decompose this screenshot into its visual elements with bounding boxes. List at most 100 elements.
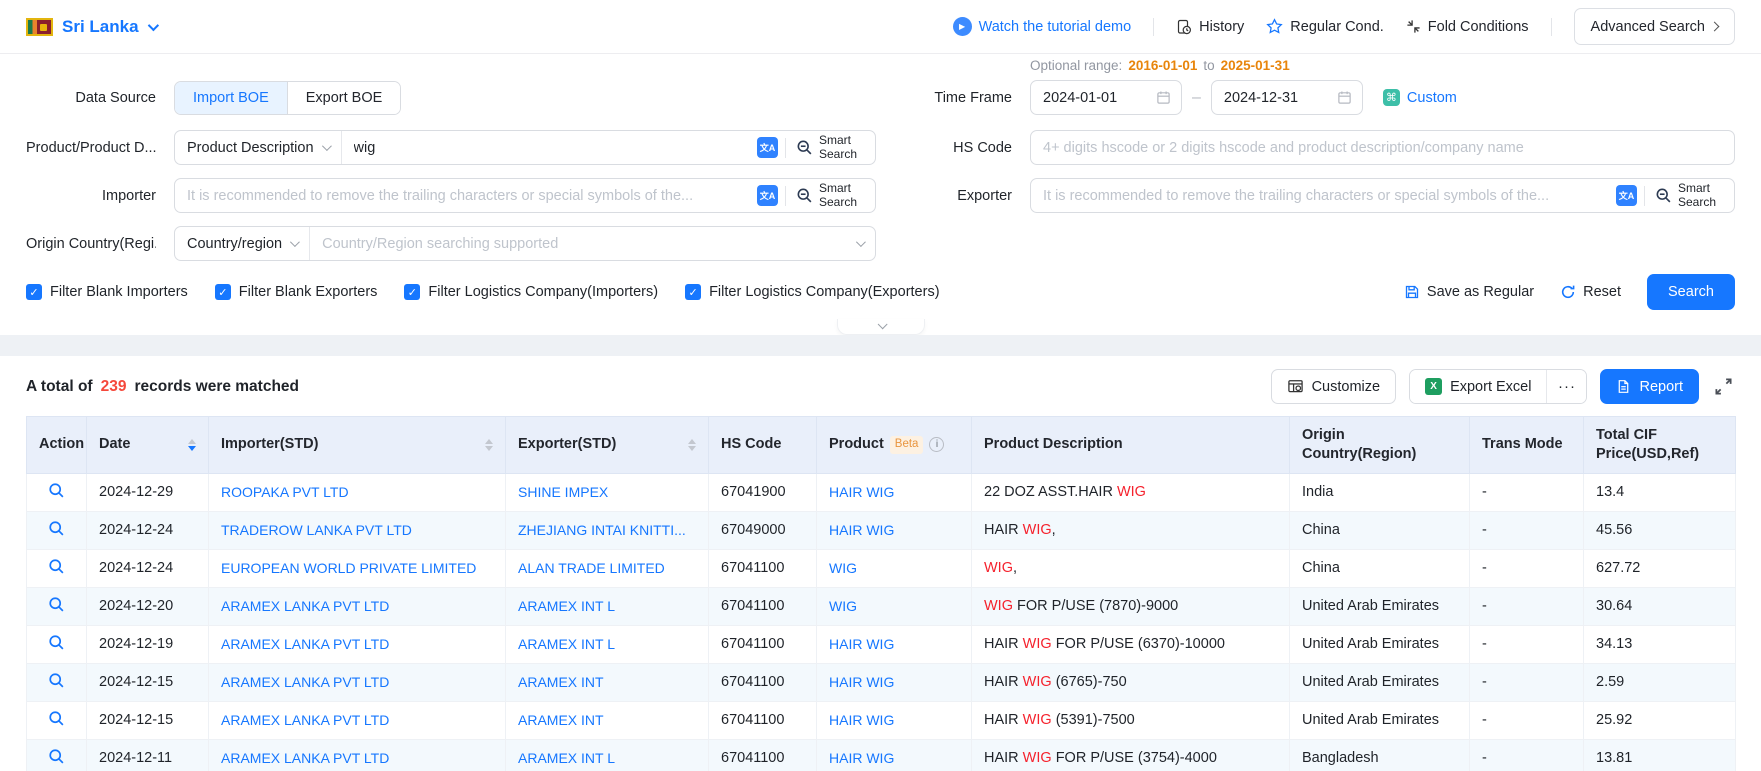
cell-exporter-link[interactable]: ARAMEX INT L	[506, 587, 709, 625]
cell-product-link[interactable]: WIG	[817, 549, 972, 587]
cell-product-link[interactable]: WIG	[817, 587, 972, 625]
checkbox-filter-blank-exporters[interactable]: ✓ Filter Blank Exporters	[215, 284, 378, 300]
table-row: 2024-12-19ARAMEX LANKA PVT LTDARAMEX INT…	[27, 625, 1736, 663]
cell-exporter-link[interactable]: SHINE IMPEX	[506, 473, 709, 511]
product-search-input[interactable]	[342, 140, 750, 156]
watch-tutorial-link[interactable]: ▶ Watch the tutorial demo	[953, 17, 1132, 36]
info-icon[interactable]: i	[929, 437, 944, 452]
translate-icon[interactable]: 文A	[1616, 185, 1637, 206]
collapse-panel-tab[interactable]	[837, 319, 925, 335]
magnifier-icon[interactable]	[48, 482, 65, 499]
importer-input[interactable]	[175, 188, 750, 204]
cell-date: 2024-12-24	[87, 511, 209, 549]
row-detail-button[interactable]	[27, 625, 87, 663]
hs-code-input[interactable]	[1031, 140, 1734, 156]
date-from-input[interactable]: 2024-01-01	[1030, 80, 1182, 115]
star-icon	[1266, 18, 1283, 35]
cell-importer-link[interactable]: TRADEROW LANKA PVT LTD	[209, 511, 506, 549]
row-detail-button[interactable]	[27, 473, 87, 511]
customize-button[interactable]: Customize	[1271, 369, 1397, 404]
magnifier-icon[interactable]	[48, 596, 65, 613]
fullscreen-button[interactable]	[1712, 375, 1735, 398]
checkbox-checked-icon: ✓	[685, 284, 701, 300]
checkbox-checked-icon: ✓	[26, 284, 42, 300]
smart-search-icon	[1655, 187, 1672, 204]
cell-importer-link[interactable]: ARAMEX LANKA PVT LTD	[209, 625, 506, 663]
col-importer[interactable]: Importer(STD)	[209, 417, 506, 474]
checkbox-filter-logistics-importers[interactable]: ✓ Filter Logistics Company(Importers)	[404, 284, 658, 300]
magnifier-icon[interactable]	[48, 672, 65, 689]
cell-product-link[interactable]: HAIR WIG	[817, 473, 972, 511]
col-exporter[interactable]: Exporter(STD)	[506, 417, 709, 474]
importer-smart-search-button[interactable]: Smart Search	[786, 182, 875, 210]
cell-date: 2024-12-15	[87, 663, 209, 701]
cell-product-description: WIG,	[972, 549, 1290, 587]
cell-exporter-link[interactable]: ALAN TRADE LIMITED	[506, 549, 709, 587]
exporter-input[interactable]	[1031, 188, 1609, 204]
row-detail-button[interactable]	[27, 549, 87, 587]
col-date[interactable]: Date	[87, 417, 209, 474]
cell-trans-mode: -	[1470, 625, 1584, 663]
report-button[interactable]: Report	[1600, 369, 1699, 404]
cell-hs-code: 67041100	[709, 587, 817, 625]
cell-product-link[interactable]: HAIR WIG	[817, 663, 972, 701]
history-button[interactable]: History	[1176, 19, 1244, 35]
origin-select-value: Country/region	[187, 236, 282, 252]
origin-country-input[interactable]	[310, 236, 852, 252]
save-as-regular-button[interactable]: Save as Regular	[1404, 284, 1534, 300]
sort-icon[interactable]	[188, 439, 196, 451]
cell-importer-link[interactable]: ROOPAKA PVT LTD	[209, 473, 506, 511]
sort-icon[interactable]	[688, 439, 696, 451]
regular-cond-button[interactable]: Regular Cond.	[1266, 18, 1384, 35]
cell-product-link[interactable]: HAIR WIG	[817, 739, 972, 771]
row-detail-button[interactable]	[27, 663, 87, 701]
advanced-search-button[interactable]: Advanced Search	[1574, 8, 1735, 45]
cell-exporter-link[interactable]: ZHEJIANG INTAI KNITTI...	[506, 511, 709, 549]
cell-product-link[interactable]: HAIR WIG	[817, 701, 972, 739]
fold-conditions-button[interactable]: Fold Conditions	[1406, 19, 1529, 35]
row-detail-button[interactable]	[27, 587, 87, 625]
magnifier-icon[interactable]	[48, 748, 65, 765]
row-detail-button[interactable]	[27, 511, 87, 549]
product-field-select[interactable]: Product Description	[175, 131, 342, 164]
country-selector[interactable]: Sri Lanka	[26, 17, 156, 37]
export-excel-button[interactable]: X Export Excel	[1410, 370, 1546, 403]
magnifier-icon[interactable]	[48, 710, 65, 727]
cell-exporter-link[interactable]: ARAMEX INT	[506, 663, 709, 701]
tab-import-boe[interactable]: Import BOE	[175, 82, 287, 114]
cell-importer-link[interactable]: ARAMEX LANKA PVT LTD	[209, 587, 506, 625]
cell-product-link[interactable]: HAIR WIG	[817, 625, 972, 663]
reset-button[interactable]: Reset	[1560, 284, 1621, 300]
magnifier-icon[interactable]	[48, 634, 65, 651]
magnifier-icon[interactable]	[48, 558, 65, 575]
search-button[interactable]: Search	[1647, 274, 1735, 310]
total-count: 239	[101, 378, 127, 396]
magnifier-icon[interactable]	[48, 520, 65, 537]
cell-importer-link[interactable]: ARAMEX LANKA PVT LTD	[209, 739, 506, 771]
custom-range-button[interactable]: ⌘ Custom	[1383, 89, 1457, 106]
row-detail-button[interactable]	[27, 739, 87, 771]
cell-exporter-link[interactable]: ARAMEX INT	[506, 701, 709, 739]
product-smart-search-button[interactable]: Smart Search	[786, 134, 875, 162]
origin-country-select[interactable]: Country/region	[175, 227, 310, 260]
checkbox-filter-blank-importers[interactable]: ✓ Filter Blank Importers	[26, 284, 188, 300]
cell-exporter-link[interactable]: ARAMEX INT L	[506, 625, 709, 663]
cell-product-link[interactable]: HAIR WIG	[817, 511, 972, 549]
sort-icon[interactable]	[485, 439, 493, 451]
checkbox-filter-logistics-exporters[interactable]: ✓ Filter Logistics Company(Exporters)	[685, 284, 939, 300]
customize-label: Customize	[1312, 379, 1381, 395]
translate-icon[interactable]: 文A	[757, 185, 778, 206]
results-section: A total of 239 records were matched Cust…	[0, 356, 1761, 771]
tab-export-boe[interactable]: Export BOE	[287, 82, 401, 114]
more-actions-button[interactable]: ···	[1546, 370, 1586, 403]
cell-importer-link[interactable]: ARAMEX LANKA PVT LTD	[209, 663, 506, 701]
cell-exporter-link[interactable]: ARAMEX INT L	[506, 739, 709, 771]
table-row: 2024-12-15ARAMEX LANKA PVT LTDARAMEX INT…	[27, 701, 1736, 739]
cell-importer-link[interactable]: EUROPEAN WORLD PRIVATE LIMITED	[209, 549, 506, 587]
cell-importer-link[interactable]: ARAMEX LANKA PVT LTD	[209, 701, 506, 739]
chevron-down-icon	[321, 141, 331, 151]
exporter-smart-search-button[interactable]: Smart Search	[1645, 182, 1734, 210]
row-detail-button[interactable]	[27, 701, 87, 739]
date-to-input[interactable]: 2024-12-31	[1211, 80, 1363, 115]
translate-icon[interactable]: 文A	[757, 137, 778, 158]
